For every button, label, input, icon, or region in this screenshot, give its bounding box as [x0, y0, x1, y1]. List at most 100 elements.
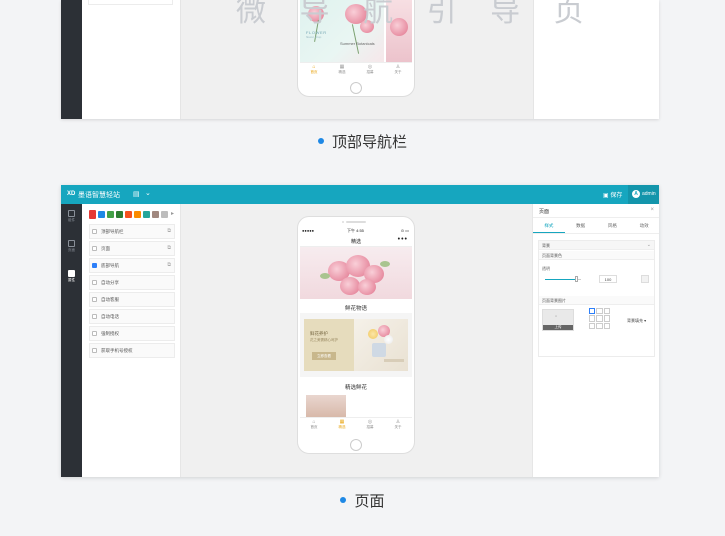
position-grid[interactable] — [589, 308, 610, 329]
promo-button[interactable]: 立即查看 — [312, 352, 336, 360]
component-item[interactable]: 页面 ⧉ — [89, 241, 175, 256]
tab-theme[interactable]: 风格 — [597, 218, 629, 233]
rail-item-components[interactable]: 组件 — [61, 210, 82, 223]
phone-home-button — [350, 82, 362, 94]
property-panel: 页面 × 样式 数据 风格 动效 背景 ⌄ 页面背景色 透明 100 页面背景图片 — [532, 204, 659, 477]
promo-card[interactable]: 鲜花养护 花之美需精心呵护 立即查看 — [304, 319, 408, 371]
phone-screen: ●●●●● 下午 4:55 ⊙ ▭ 精选 ••• 鲜花物语 鲜花养护 花之美需精… — [300, 227, 412, 432]
component-checkbox[interactable] — [92, 246, 97, 251]
group-title: 背景 — [542, 243, 550, 248]
rail-item-properties[interactable]: 属性 — [61, 270, 82, 283]
opacity-label: 透明 — [542, 266, 550, 271]
upload-button[interactable]: 上传 — [543, 325, 573, 330]
banner-caption: Summer Botanicals — [340, 41, 375, 46]
component-item[interactable]: 获取手机号授权 — [89, 343, 175, 358]
fill-mode-select[interactable]: 背景填充 ▾ — [627, 318, 646, 324]
theme-swatches: ▸ — [89, 210, 174, 219]
bottom-tab-bar: ⌂ 首页 ▦ 精选 ◎ 招募 ♙ 关于 — [300, 62, 412, 77]
color-swatch[interactable] — [125, 211, 132, 218]
tab-data[interactable]: 数据 — [565, 218, 597, 233]
status-bar: ●●●●● 下午 4:55 ⊙ ▭ — [300, 227, 412, 235]
rail-item-pages[interactable]: 页面 — [61, 240, 82, 253]
component-item[interactable]: 强制授权 — [89, 326, 175, 341]
color-swatch[interactable] — [107, 211, 114, 218]
color-swatch[interactable] — [89, 210, 96, 219]
color-swatch[interactable] — [116, 211, 123, 218]
component-item[interactable]: 自动分享 — [89, 275, 175, 290]
color-swatch[interactable] — [152, 211, 159, 218]
phone-preview: ●●●●● 下午 4:55 ⊙ ▭ 精选 ••• 鲜花物语 鲜花养护 花之美需精… — [297, 216, 415, 454]
component-label: 自动电话 — [101, 314, 119, 319]
component-checkbox[interactable] — [92, 229, 97, 234]
component-item[interactable]: 自动客服 — [89, 292, 175, 307]
avatar: A — [632, 190, 640, 198]
close-icon[interactable]: × — [650, 207, 654, 213]
tab-home[interactable]: ⌂ 首页 — [300, 418, 328, 432]
more-colors-icon[interactable]: ▸ — [171, 211, 174, 219]
menu-icon[interactable]: ▤ — [133, 190, 140, 198]
tab-label: 首页 — [310, 70, 318, 74]
component-panel: ▸ 顶部导航栏 ⧉ 页面 ⧉ 底部导航 ⧉ 自动分享自动客服自动电话强制授权获取手机号授权 — [82, 204, 181, 477]
promo-image — [354, 319, 408, 371]
tab-label: 精选 — [338, 70, 346, 74]
color-swatch[interactable] — [161, 211, 168, 218]
component-checkbox[interactable] — [92, 280, 97, 285]
tab-label: 关于 — [394, 425, 402, 429]
tab-about[interactable]: ♙ 关于 — [384, 418, 412, 432]
component-checkbox[interactable] — [92, 314, 97, 319]
component-checkbox[interactable] — [92, 263, 97, 268]
tab-featured[interactable]: ▦ 精选 — [328, 418, 356, 432]
component-item[interactable]: 底部导航 ⧉ — [89, 258, 175, 273]
logo-icon: XD — [67, 191, 76, 197]
edit-icon[interactable]: ⧉ — [167, 228, 171, 234]
phone-home-button — [350, 439, 362, 451]
color-swatch[interactable] — [98, 211, 105, 218]
more-icon[interactable]: ••• — [398, 236, 408, 243]
editor-top-bar: XD 墨语智慧轻站 ▤ ⌄ ▣ 保存 A admin — [61, 185, 659, 204]
component-item[interactable]: 顶部导航栏 ⧉ — [89, 224, 175, 239]
app-title: 墨语智慧轻站 — [78, 192, 120, 199]
page-title: 精选 — [350, 239, 361, 245]
component-checkbox[interactable] — [92, 348, 97, 353]
component-label: 强制授权 — [101, 331, 119, 336]
opacity-slider-handle[interactable] — [574, 276, 578, 282]
page-nav-bar: 精选 ••• — [300, 235, 412, 247]
user-menu[interactable]: A admin — [628, 185, 659, 204]
section-title: 精选鲜花 — [344, 385, 367, 391]
section-featured: 精选鲜花 — [300, 377, 412, 417]
opacity-input[interactable]: 100 — [599, 275, 617, 283]
color-swatch[interactable] — [143, 211, 150, 218]
rail-label: 页面 — [68, 248, 75, 252]
background-color-picker[interactable] — [641, 275, 649, 283]
tab-about[interactable]: ♙ 关于 — [384, 63, 412, 77]
image-upload[interactable]: ▫ 上传 — [542, 309, 574, 331]
tab-featured[interactable]: ▦ 精选 — [328, 63, 356, 77]
chevron-down-icon[interactable]: ⌄ — [145, 189, 151, 197]
component-checkbox[interactable] — [92, 297, 97, 302]
component-item[interactable]: 自动电话 — [89, 309, 175, 324]
section-title: 鲜花物语 — [344, 306, 367, 312]
caption-top-nav: 顶部导航栏 — [0, 131, 725, 152]
group-header[interactable]: 背景 ⌄ — [539, 241, 654, 250]
component-label: 自动分享 — [101, 280, 119, 285]
hero-image — [300, 247, 412, 299]
save-button[interactable]: ▣ 保存 — [603, 190, 622, 199]
edit-icon[interactable]: ⧉ — [167, 262, 171, 268]
tab-animation[interactable]: 动效 — [628, 218, 659, 233]
caption-text: 页面 — [354, 492, 385, 510]
tab-recruit[interactable]: ◎ 招募 — [356, 418, 384, 432]
subgroup-title: 页面背景色 — [542, 253, 562, 258]
component-checkbox[interactable] — [92, 331, 97, 336]
edit-icon[interactable]: ⧉ — [167, 245, 171, 251]
bullet-dot-icon — [317, 137, 324, 144]
tab-label: 首页 — [310, 425, 318, 429]
user-name: admin — [642, 191, 656, 197]
battery-icon: ⊙ ▭ — [400, 228, 409, 233]
tab-home[interactable]: ⌂ 首页 — [300, 63, 328, 77]
color-swatch[interactable] — [134, 211, 141, 218]
section-header: 鲜花物语 — [300, 299, 412, 313]
tab-label: 精选 — [338, 425, 346, 429]
tab-recruit[interactable]: ◎ 招募 — [356, 63, 384, 77]
background-group: 背景 ⌄ 页面背景色 透明 100 页面背景图片 ▫ 上传 背景填充 ▾ — [538, 240, 655, 357]
tab-style[interactable]: 样式 — [533, 218, 565, 233]
